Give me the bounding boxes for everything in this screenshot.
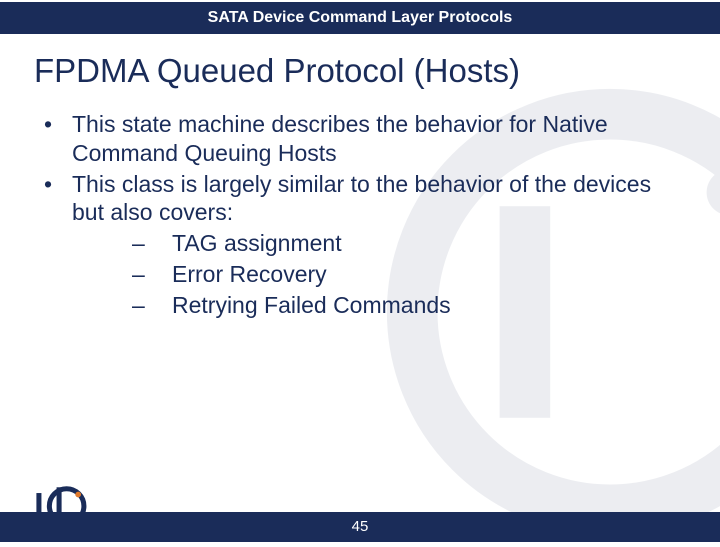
header-subtitle-bar: SATA Device Command Layer Protocols [0,2,720,34]
bullet-mark: • [44,110,72,168]
bullet-text: This class is largely similar to the beh… [72,170,680,228]
bullet-item: • This state machine describes the behav… [44,110,680,168]
header-subtitle: SATA Device Command Layer Protocols [208,9,513,26]
page-number: 45 [352,518,369,535]
sub-bullet-item: – Error Recovery [132,260,680,289]
slide-content: • This state machine describes the behav… [0,110,720,319]
bullet-mark: • [44,170,72,228]
sub-bullet-item: – TAG assignment [132,229,680,258]
dash-mark: – [132,229,172,258]
footer-bar: 45 [0,512,720,542]
dash-mark: – [132,260,172,289]
sub-bullet-item: – Retrying Failed Commands [132,291,680,320]
slide-title: FPDMA Queued Protocol (Hosts) [0,34,720,110]
dash-mark: – [132,291,172,320]
sub-bullet-text: TAG assignment [172,229,342,258]
sub-bullet-text: Retrying Failed Commands [172,291,451,320]
sub-bullet-text: Error Recovery [172,260,327,289]
bullet-item: • This class is largely similar to the b… [44,170,680,228]
bullet-text: This state machine describes the behavio… [72,110,680,168]
